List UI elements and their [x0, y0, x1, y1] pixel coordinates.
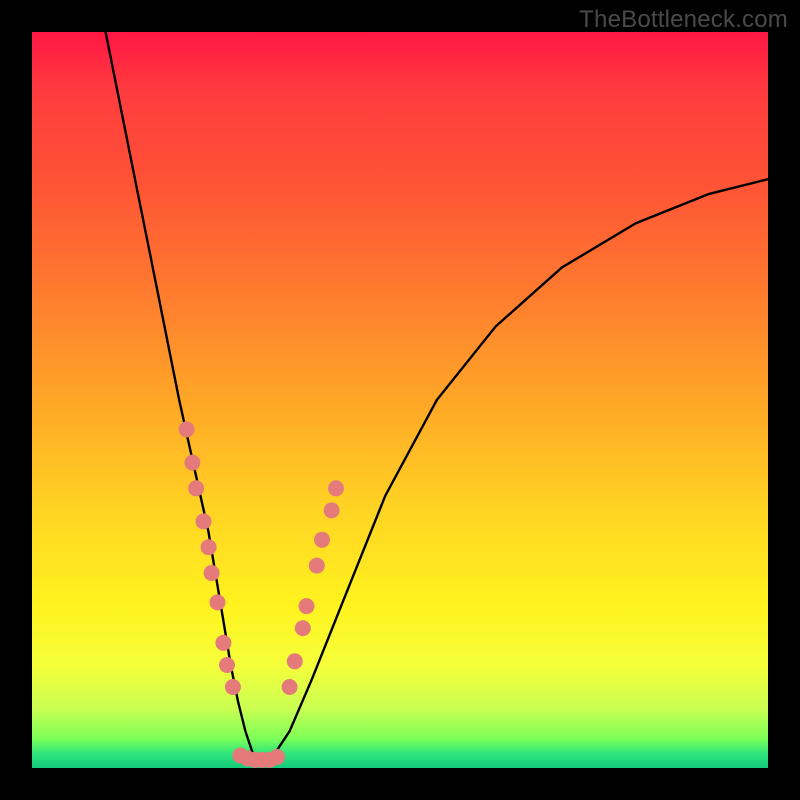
watermark-text: TheBottleneck.com: [579, 6, 788, 34]
marker-left: [219, 657, 235, 673]
marker-left: [188, 480, 204, 496]
marker-right: [314, 532, 330, 548]
marker-left: [204, 565, 220, 581]
marker-right: [299, 598, 315, 614]
marker-right: [324, 502, 340, 518]
marker-bottom: [269, 749, 285, 765]
marker-right: [309, 558, 325, 574]
marker-right: [295, 620, 311, 636]
curve-markers: [179, 421, 344, 768]
marker-left: [225, 679, 241, 695]
marker-left: [201, 539, 217, 555]
plot-area: [32, 32, 768, 768]
chart-frame: TheBottleneck.com: [0, 0, 800, 800]
marker-left: [179, 421, 195, 437]
marker-left: [210, 594, 226, 610]
marker-right: [287, 653, 303, 669]
marker-left: [215, 635, 231, 651]
curve-layer: [32, 32, 768, 768]
marker-right: [328, 480, 344, 496]
bottleneck-curve: [106, 32, 768, 761]
marker-right: [282, 679, 298, 695]
marker-left: [184, 455, 200, 471]
marker-left: [196, 513, 212, 529]
